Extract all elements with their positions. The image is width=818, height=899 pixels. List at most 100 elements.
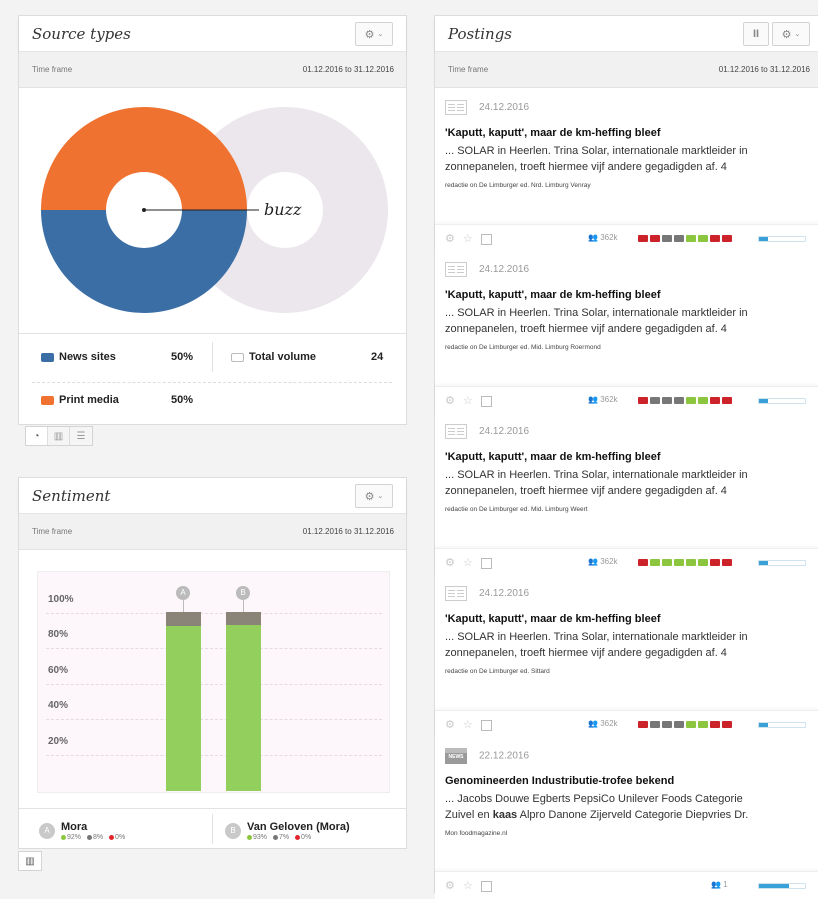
posting-source[interactable]: Mon foodmagazine.nl <box>445 830 507 837</box>
posting-title[interactable]: 'Kaputt, kaputt', maar de km-heffing ble… <box>445 451 660 463</box>
posting-footer: ⚙☆ 👥 362k <box>435 386 818 414</box>
bar-neutral-b[interactable] <box>226 612 261 625</box>
postings-title: Postings <box>448 25 512 43</box>
star-icon[interactable]: ☆ <box>463 719 481 731</box>
meter-fill <box>759 561 769 565</box>
gear-menu-button[interactable]: ⚙ ⌄ <box>355 22 393 46</box>
posting-source[interactable]: redactie on De Limburger ed. Sittard <box>445 668 550 675</box>
posting-snippet: ... Jacobs Douwe Egberts PepsiCo Unileve… <box>445 791 815 823</box>
reach-count: 👥 362k <box>588 395 618 404</box>
select-checkbox[interactable] <box>480 557 492 569</box>
sentiment-square <box>650 559 660 566</box>
posting-title[interactable]: 'Kaputt, kaputt', maar de km-heffing ble… <box>445 613 660 625</box>
legend-divider-vertical <box>212 342 213 372</box>
negative-pct: 0% <box>115 834 126 841</box>
star-icon[interactable]: ☆ <box>463 233 481 245</box>
select-checkbox[interactable] <box>480 395 492 407</box>
date-text: 22.12.2016 <box>479 750 530 762</box>
source-types-header: Source types ⚙ ⌄ <box>19 16 406 52</box>
relevance-meter <box>758 398 806 404</box>
snippet-line: zonnepanelen, troeft hiermee vijf andere… <box>445 485 727 497</box>
posting-item[interactable]: NEWS 22.12.2016 Genomineerden Industribut… <box>435 738 818 899</box>
sentiment-square <box>662 397 672 404</box>
date-text: 24.12.2016 <box>479 588 530 600</box>
sentiment-square <box>662 559 672 566</box>
entity-divider <box>212 814 213 844</box>
posting-title[interactable]: 'Kaputt, kaputt', maar de km-heffing ble… <box>445 289 660 301</box>
bar-marker-a[interactable]: A <box>176 586 190 600</box>
settings-icon[interactable]: ⚙ <box>445 719 463 731</box>
sentiment-panel: Sentiment ⚙ ⌄ Time frame 01.12.2016 to 31… <box>18 477 407 849</box>
posting-source[interactable]: redactie on De Limburger ed. Mid. Limbur… <box>445 344 601 351</box>
legend-news-sites[interactable]: News sites <box>41 351 116 363</box>
posting-item[interactable]: 24.12.2016 'Kaputt, kaputt', maar de km-… <box>435 576 818 738</box>
star-icon[interactable]: ☆ <box>463 395 481 407</box>
gear-menu-button[interactable]: ⚙ ⌄ <box>355 484 393 508</box>
relevance-meter <box>758 560 806 566</box>
users-icon: 👥 <box>588 719 598 728</box>
gear-icon: ⚙ <box>364 28 375 41</box>
sentiment-squares <box>638 235 732 242</box>
relevance-meter <box>758 883 806 889</box>
snippet-line: ... SOLAR in Heerlen. Trina Solar, inter… <box>445 145 748 157</box>
snippet-line-post: Alpro Danone Zijerveld Categorie Diepvri… <box>517 809 749 821</box>
posting-title[interactable]: 'Kaputt, kaputt', maar de km-heffing ble… <box>445 127 660 139</box>
chevron-down-icon: ⌄ <box>377 31 384 38</box>
sentiment-square <box>686 235 696 242</box>
settings-icon[interactable]: ⚙ <box>445 233 463 245</box>
select-checkbox[interactable] <box>480 880 492 892</box>
posting-source[interactable]: redactie on De Limburger ed. Mid. Limbur… <box>445 506 588 513</box>
entity-stats: 92% 8% 0% <box>61 834 125 841</box>
bar-marker-b[interactable]: B <box>236 586 250 600</box>
date-text: 24.12.2016 <box>479 102 530 114</box>
sentiment-square <box>698 397 708 404</box>
select-checkbox[interactable] <box>480 233 492 245</box>
bar-positive-a[interactable] <box>166 626 201 791</box>
timeframe-bar: Time frame 01.12.2016 to 31.12.2016 <box>435 52 818 88</box>
star-icon[interactable]: ☆ <box>463 880 481 892</box>
sentiment-square <box>686 397 696 404</box>
sentiment-square <box>638 235 648 242</box>
posting-snippet: ... SOLAR in Heerlen. Trina Solar, inter… <box>445 305 815 337</box>
legend-print-media[interactable]: Print media <box>41 394 119 406</box>
positive-pct: 92% <box>67 834 82 841</box>
bar-view-icon[interactable]: ▥ <box>48 427 70 445</box>
sentiment-square <box>722 235 732 242</box>
marker-line <box>183 600 184 612</box>
snippet-line: ... SOLAR in Heerlen. Trina Solar, inter… <box>445 631 748 643</box>
posting-item[interactable]: 24.12.2016 'Kaputt, kaputt', maar de km-… <box>435 90 818 252</box>
settings-icon[interactable]: ⚙ <box>445 880 463 892</box>
negative-dot <box>295 834 301 840</box>
sentiment-square <box>662 235 672 242</box>
negative-pct: 0% <box>301 834 312 841</box>
pie-view-icon[interactable]: ◔ <box>26 427 48 445</box>
bar-view-icon[interactable]: ▥ <box>19 852 41 870</box>
select-checkbox[interactable] <box>480 719 492 731</box>
snippet-line: zonnepanelen, troeft hiermee vijf andere… <box>445 323 727 335</box>
list-view-icon[interactable]: ☰ <box>70 427 92 445</box>
source-types-donut <box>41 107 388 313</box>
timeframe-range: 01.12.2016 to 31.12.2016 <box>302 527 394 536</box>
bar-positive-b[interactable] <box>226 624 261 791</box>
bar-neutral-a[interactable] <box>166 612 201 627</box>
sentiment-square <box>638 721 648 728</box>
settings-icon[interactable]: ⚙ <box>445 557 463 569</box>
sentiment-square <box>662 721 672 728</box>
timeframe-range: 01.12.2016 to 31.12.2016 <box>718 65 810 74</box>
meter-fill <box>759 399 769 403</box>
posting-item[interactable]: 24.12.2016 'Kaputt, kaputt', maar de km-… <box>435 414 818 576</box>
reach-count: 👥 362k <box>588 719 618 728</box>
sentiment-square <box>698 721 708 728</box>
star-icon[interactable]: ☆ <box>463 557 481 569</box>
positive-dot <box>247 834 252 840</box>
gear-menu-button[interactable]: ⚙ ⌄ <box>772 22 810 46</box>
snippet-line: ... Jacobs Douwe Egberts PepsiCo Unileve… <box>445 793 743 805</box>
chevron-down-icon: ⌄ <box>377 493 384 500</box>
posting-source[interactable]: redactie on De Limburger ed. Nrd. Limbur… <box>445 182 591 189</box>
posting-title[interactable]: Genomineerden Industributie-trofee beken… <box>445 775 674 787</box>
pause-button[interactable]: II <box>743 22 769 46</box>
reach-value: 362k <box>600 557 618 566</box>
posting-item[interactable]: 24.12.2016 'Kaputt, kaputt', maar de km-… <box>435 252 818 414</box>
source-types-panel: Source types ⚙ ⌄ Time frame 01.12.2016 to… <box>18 15 407 425</box>
settings-icon[interactable]: ⚙ <box>445 395 463 407</box>
